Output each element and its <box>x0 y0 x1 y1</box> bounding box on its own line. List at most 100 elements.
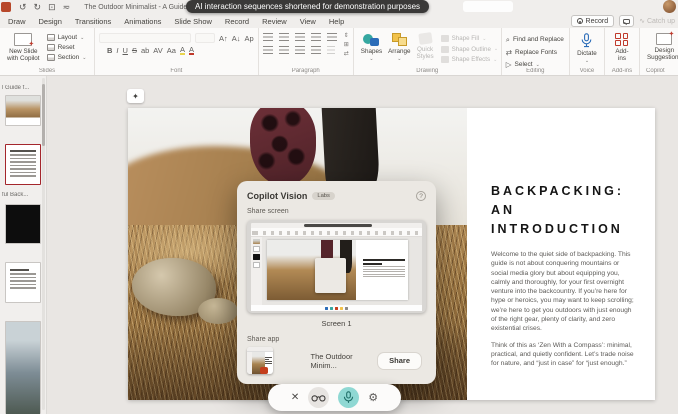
section-title-2[interactable]: ful Back... <box>2 192 44 198</box>
microphone-icon <box>343 391 354 404</box>
justify-icon[interactable] <box>311 46 321 54</box>
shapes-button[interactable]: Shapes ⌄ <box>358 31 385 63</box>
tab-transitions[interactable]: Transitions <box>75 17 111 26</box>
comments-button[interactable] <box>619 15 634 27</box>
font-size-combo[interactable] <box>195 33 215 43</box>
bullets-icon[interactable] <box>263 33 273 41</box>
mini-body <box>251 237 422 305</box>
redo-icon[interactable]: ↻ <box>34 2 42 12</box>
share-button[interactable]: Share <box>377 352 422 370</box>
sidebar-scrollbar-thumb[interactable] <box>42 84 45 146</box>
screen-share-tile[interactable] <box>247 220 426 313</box>
close-icon[interactable]: ✕ <box>291 392 299 403</box>
help-icon[interactable]: ? <box>416 191 426 201</box>
line-spacing-icon[interactable] <box>327 33 337 41</box>
ribbon-group-font: A↑ A↓ Ap B I U S ab AV Aa A A Font <box>95 28 259 75</box>
slide-thumbnail-4[interactable] <box>5 262 41 303</box>
dictate-mic-icon <box>581 33 592 48</box>
present-icon[interactable]: ⊡ <box>48 2 56 12</box>
underline-icon[interactable]: U <box>123 46 128 55</box>
quick-styles-button[interactable]: Quick Styles <box>414 31 437 62</box>
columns-icon[interactable] <box>327 46 335 54</box>
add-ins-button[interactable]: Add-ins <box>609 31 635 64</box>
tab-design[interactable]: Design <box>39 17 62 26</box>
smartart-icon[interactable]: ⇄ <box>344 51 349 57</box>
reset-button[interactable]: Reset <box>47 44 87 51</box>
layout-icon <box>47 34 55 41</box>
section-button[interactable]: Section⌄ <box>47 54 87 61</box>
slide-thumbnail-2-selected[interactable] <box>5 144 41 185</box>
ribbon-tabs: Draw Design Transitions Animations Slide… <box>0 14 678 28</box>
decrease-indent-icon[interactable] <box>295 33 305 41</box>
ribbon-group-editing: ⌕ Find and Replace ⇄ Replace Fonts ▷ Sel… <box>502 28 570 75</box>
tab-record[interactable]: Record <box>225 17 249 26</box>
shape-outline-button[interactable]: Shape Outline⌄ <box>441 46 498 53</box>
tab-review[interactable]: Review <box>262 17 287 26</box>
clear-formatting-icon[interactable]: Ap <box>245 34 254 43</box>
bold-icon[interactable]: B <box>107 46 112 55</box>
text-shadow-icon[interactable]: ab <box>141 46 149 55</box>
replace-fonts-button[interactable]: ⇄ Replace Fonts <box>506 48 564 57</box>
section-title-1[interactable]: l Guide f... <box>2 85 44 91</box>
powerpoint-badge-icon <box>260 367 268 374</box>
character-spacing-icon[interactable]: AV <box>153 46 162 55</box>
copilot-voice-toolbar: ✕ ⚙ <box>268 384 401 411</box>
align-text-icon[interactable]: ⊞ <box>344 42 349 48</box>
vision-glasses-button[interactable] <box>308 387 329 408</box>
ribbon-group-slides: ✦ New Slide with Copilot Layout⌄ Reset S… <box>0 28 95 75</box>
grow-font-icon[interactable]: A↑ <box>219 34 228 43</box>
tab-slide-show[interactable]: Slide Show <box>174 17 212 26</box>
change-case-icon[interactable]: Aa <box>167 46 176 55</box>
catch-up-button[interactable]: ∿ Catch up <box>639 17 675 25</box>
design-suggestions-icon: ✦ <box>656 33 672 45</box>
app-share-tile[interactable] <box>247 347 273 374</box>
design-suggestions-button[interactable]: ✦ Design Suggestions <box>644 31 678 63</box>
arrange-button[interactable]: Arrange ⌄ <box>385 31 413 63</box>
font-name-combo[interactable] <box>99 33 191 43</box>
strikethrough-icon[interactable]: S <box>132 46 137 55</box>
new-slide-copilot-icon: ✦ <box>14 33 32 46</box>
slide-thumbnail-1[interactable] <box>5 95 41 126</box>
dictate-button[interactable]: Dictate ⌄ <box>574 31 600 65</box>
shrink-font-icon[interactable]: A↓ <box>232 34 241 43</box>
tab-draw[interactable]: Draw <box>8 17 26 26</box>
new-slide-with-copilot-button[interactable]: ✦ New Slide with Copilot <box>4 31 43 64</box>
record-label: Record <box>586 18 609 25</box>
qat-more-icon[interactable]: ≂ <box>63 2 71 12</box>
ribbon-group-copilot: ✦ Design Suggestions Copilot <box>640 28 678 75</box>
align-center-icon[interactable] <box>279 46 289 54</box>
tab-help[interactable]: Help <box>329 17 344 26</box>
ribbon-group-drawing: Shapes ⌄ Arrange ⌄ Quick Styles Shape Fi… <box>354 28 502 75</box>
slide-paragraph-1: Welcome to the quiet side of backpacking… <box>491 250 635 334</box>
align-right-icon[interactable] <box>295 46 305 54</box>
find-and-replace-button[interactable]: ⌕ Find and Replace <box>506 35 564 44</box>
layout-button[interactable]: Layout⌄ <box>47 34 87 41</box>
italic-icon[interactable]: I <box>116 46 118 55</box>
microphone-button[interactable] <box>338 387 359 408</box>
slide-thumbnail-3[interactable] <box>5 204 41 244</box>
numbering-icon[interactable] <box>279 33 289 41</box>
slide-text-column[interactable]: BACKPACKING: AN INTRODUCTION Welcome to … <box>467 108 655 400</box>
arrange-icon <box>392 33 407 46</box>
font-color-icon[interactable]: A <box>189 46 194 55</box>
shape-fill-button[interactable]: Shape Fill⌄ <box>441 35 498 42</box>
quick-styles-icon <box>418 32 432 45</box>
search-box[interactable] <box>463 1 513 12</box>
text-direction-icon[interactable]: ⇕ <box>344 33 349 39</box>
shape-effects-button[interactable]: Shape Effects⌄ <box>441 56 498 63</box>
align-left-icon[interactable] <box>263 46 273 54</box>
undo-icon[interactable]: ↺ <box>19 2 27 12</box>
screen-caption: Screen 1 <box>247 319 426 328</box>
gear-icon[interactable]: ⚙ <box>368 391 378 404</box>
record-button[interactable]: Record <box>571 15 615 27</box>
slide-copilot-button[interactable]: ✦ <box>127 89 144 103</box>
tab-animations[interactable]: Animations <box>124 17 161 26</box>
slide-thumbnail-5[interactable] <box>5 321 41 414</box>
shape-effects-icon <box>441 56 449 63</box>
avatar[interactable] <box>663 0 676 13</box>
ribbon-group-paragraph: ⇕ ⊞ ⇄ Paragraph <box>259 28 354 75</box>
shape-outline-icon <box>441 46 449 53</box>
highlight-color-icon[interactable]: A <box>180 46 185 55</box>
increase-indent-icon[interactable] <box>311 33 321 41</box>
tab-view[interactable]: View <box>300 17 316 26</box>
